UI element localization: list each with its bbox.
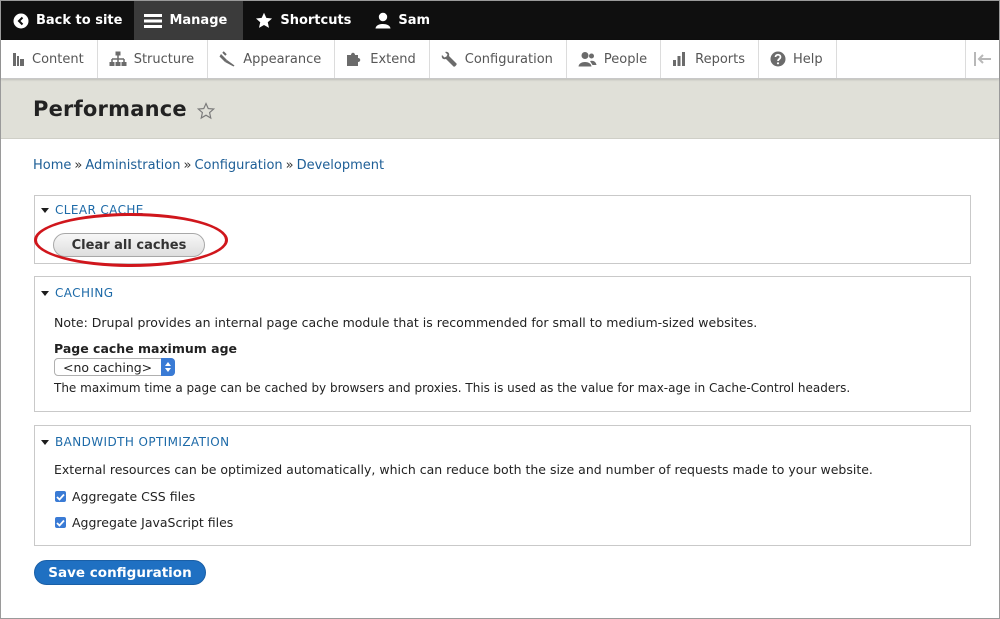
- save-configuration-button[interactable]: Save configuration: [34, 560, 206, 585]
- clear-cache-legend[interactable]: CLEAR CACHE: [41, 203, 144, 217]
- breadcrumb-home[interactable]: Home: [33, 158, 71, 173]
- clear-all-caches-button[interactable]: Clear all caches: [53, 233, 205, 257]
- shortcuts-tab[interactable]: Shortcuts: [243, 1, 363, 40]
- breadcrumb-development[interactable]: Development: [297, 158, 385, 173]
- top-toolbar: Back to site Manage Shortcuts Sam: [1, 1, 999, 40]
- breadcrumb: Home» Administration» Configuration» Develo…: [33, 158, 384, 173]
- tray-label-reports: Reports: [695, 51, 745, 67]
- hamburger-icon: [144, 13, 163, 28]
- tray-label-help: Help: [793, 51, 823, 67]
- caching-note: Note: Drupal provides an internal page c…: [54, 315, 758, 330]
- page-cache-description: The maximum time a page can be cached by…: [54, 381, 851, 395]
- star-icon: [256, 12, 273, 28]
- tray-item-reports[interactable]: Reports: [661, 40, 759, 78]
- aggregate-css-label: Aggregate CSS files: [72, 489, 196, 504]
- clear-cache-fieldset: CLEAR CACHE Clear all caches: [34, 195, 971, 264]
- reports-icon: [673, 52, 686, 66]
- back-arrow-icon: [13, 13, 29, 28]
- tray-item-content[interactable]: Content: [1, 40, 98, 78]
- shortcuts-label: Shortcuts: [280, 13, 352, 28]
- checkbox-checked-icon: [55, 491, 66, 502]
- tray-label-configuration: Configuration: [464, 51, 553, 67]
- tray-item-appearance[interactable]: Appearance: [208, 40, 336, 78]
- shortcut-star-icon[interactable]: [196, 101, 215, 120]
- tray-item-extend[interactable]: Extend: [335, 40, 430, 78]
- clear-cache-legend-label: CLEAR CACHE: [55, 203, 144, 217]
- caching-legend-label: CACHING: [55, 286, 114, 300]
- user-label: Sam: [398, 13, 431, 28]
- tray-spacer: [837, 40, 965, 78]
- tray-item-help[interactable]: Help: [759, 40, 837, 78]
- page-header: Performance: [1, 79, 999, 139]
- select-arrows-icon: [161, 358, 175, 376]
- page-title: Performance: [33, 96, 187, 121]
- tray-label-people: People: [603, 51, 648, 67]
- breadcrumb-separator: »: [74, 158, 83, 173]
- select-value: <no caching>: [63, 359, 153, 375]
- manage-tab[interactable]: Manage: [134, 1, 244, 40]
- breadcrumb-separator: »: [183, 158, 192, 173]
- user-tab[interactable]: Sam: [363, 1, 442, 40]
- back-to-site-link[interactable]: Back to site: [1, 1, 134, 40]
- aggregate-js-checkbox[interactable]: Aggregate JavaScript files: [55, 515, 233, 530]
- bandwidth-legend-label: BANDWIDTH OPTIMIZATION: [55, 435, 230, 449]
- breadcrumb-configuration[interactable]: Configuration: [194, 158, 282, 173]
- bandwidth-fieldset: BANDWIDTH OPTIMIZATION External resource…: [34, 425, 971, 546]
- wrench-icon: [441, 51, 457, 67]
- admin-tray: Content Structure Appearance Extend Conf…: [1, 40, 999, 79]
- tray-label-appearance: Appearance: [243, 51, 322, 67]
- tray-item-people[interactable]: People: [567, 40, 662, 78]
- user-icon: [375, 12, 391, 29]
- page-cache-max-age-select[interactable]: <no caching>: [54, 358, 175, 376]
- tray-item-structure[interactable]: Structure: [98, 40, 209, 78]
- caching-legend[interactable]: CACHING: [41, 286, 113, 300]
- checkbox-checked-icon: [55, 517, 66, 528]
- appearance-icon: [219, 51, 235, 67]
- aggregate-css-checkbox[interactable]: Aggregate CSS files: [55, 489, 195, 504]
- collapse-triangle-icon: [41, 439, 49, 445]
- structure-icon: [109, 51, 127, 66]
- people-icon: [578, 52, 597, 67]
- tray-item-configuration[interactable]: Configuration: [430, 40, 567, 78]
- back-to-site-label: Back to site: [36, 13, 123, 28]
- bandwidth-legend[interactable]: BANDWIDTH OPTIMIZATION: [41, 435, 230, 449]
- content-icon: [13, 52, 24, 66]
- tray-orientation-toggle[interactable]: [965, 40, 999, 78]
- help-icon: [770, 51, 786, 67]
- tray-label-extend: Extend: [370, 51, 416, 67]
- extend-icon: [347, 52, 361, 66]
- breadcrumb-separator: »: [285, 158, 294, 173]
- caching-fieldset: CACHING Note: Drupal provides an interna…: [34, 276, 971, 412]
- manage-label: Manage: [169, 13, 228, 28]
- collapse-triangle-icon: [41, 290, 49, 296]
- tray-label-content: Content: [32, 51, 84, 67]
- aggregate-js-label: Aggregate JavaScript files: [72, 515, 234, 530]
- bandwidth-description: External resources can be optimized auto…: [54, 462, 873, 477]
- tray-label-structure: Structure: [133, 51, 195, 67]
- collapse-triangle-icon: [41, 207, 49, 213]
- breadcrumb-administration[interactable]: Administration: [85, 158, 180, 173]
- page-cache-max-age-label: Page cache maximum age: [54, 341, 237, 356]
- collapse-tray-icon: [973, 52, 991, 66]
